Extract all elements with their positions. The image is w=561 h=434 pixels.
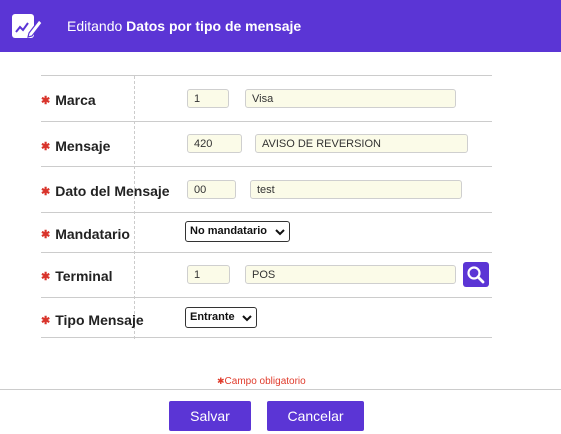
edit-form: ✱ Marca ✱ Mensaje ✱ Dato del Mensaje ✱ Manda… xyxy=(41,75,492,338)
required-star: ✱ xyxy=(41,271,51,283)
chevron-down-icon xyxy=(242,314,252,321)
chevron-down-icon xyxy=(275,228,285,235)
page-title: Editando Datos por tipo de mensaje xyxy=(67,18,301,34)
mensaje-code-input[interactable] xyxy=(187,134,242,153)
required-star: ✱ xyxy=(41,229,51,241)
label-terminal: ✱ Terminal xyxy=(41,268,113,284)
label-tipo: ✱ Tipo Mensaje xyxy=(41,312,144,328)
tipo-selected: Entrante xyxy=(190,311,235,323)
title-main: Datos por tipo de mensaje xyxy=(126,18,302,34)
label-marca: ✱ Marca xyxy=(41,92,96,108)
required-star: ✱ xyxy=(41,95,51,107)
mensaje-name-input[interactable] xyxy=(255,134,468,153)
terminal-search-button[interactable] xyxy=(463,262,489,287)
label-dato: ✱ Dato del Mensaje xyxy=(41,183,170,199)
label-mensaje: ✱ Mensaje xyxy=(41,138,111,154)
marca-name-input[interactable] xyxy=(245,89,456,108)
terminal-name-input[interactable] xyxy=(245,265,456,284)
row-tipo: ✱ Tipo Mensaje xyxy=(41,297,492,338)
required-star: ✱ xyxy=(217,376,225,386)
mandatario-selected: No mandatario xyxy=(190,225,268,237)
terminal-code-input[interactable] xyxy=(187,265,230,284)
cancel-button[interactable]: Cancelar xyxy=(267,401,364,431)
title-prefix: Editando xyxy=(67,18,123,34)
label-mandatario: ✱ Mandatario xyxy=(41,226,130,242)
save-button[interactable]: Salvar xyxy=(169,401,251,431)
dato-name-input[interactable] xyxy=(250,180,462,199)
required-note: ✱Campo obligatorio xyxy=(217,376,306,387)
required-star: ✱ xyxy=(41,141,51,153)
required-star: ✱ xyxy=(41,186,51,198)
tipo-mensaje-select[interactable]: Entrante xyxy=(185,307,257,328)
header-bar: Editando Datos por tipo de mensaje xyxy=(0,0,561,52)
dato-code-input[interactable] xyxy=(187,180,236,199)
footer-divider xyxy=(0,389,561,390)
search-icon xyxy=(467,265,485,283)
required-star: ✱ xyxy=(41,315,51,327)
marca-code-input[interactable] xyxy=(187,89,229,108)
mandatario-select[interactable]: No mandatario xyxy=(185,221,290,242)
edit-chart-icon xyxy=(12,14,43,38)
